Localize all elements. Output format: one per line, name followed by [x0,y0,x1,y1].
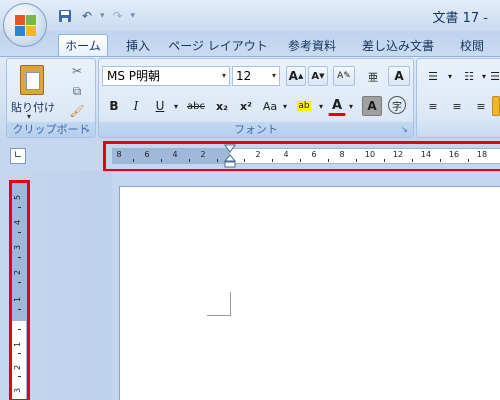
align-right-icon[interactable]: ≡ [470,96,492,116]
character-shading-button[interactable]: A [362,96,382,116]
cut-icon[interactable]: ✂ [69,63,85,79]
clear-formatting-button[interactable]: A✎ [333,66,355,86]
redo-icon[interactable]: ↷ [109,7,127,25]
font-color-dropdown-icon[interactable]: ▾ [347,96,355,116]
subscript-button[interactable]: x₂ [212,96,232,116]
enclose-characters-button[interactable]: 字 [388,96,406,114]
tab-stop-selector[interactable]: ∟ [10,148,26,164]
save-icon[interactable] [56,7,74,25]
clear-formatting-icon: A✎ [337,71,351,81]
underline-dropdown-icon[interactable]: ▾ [172,96,180,116]
font-size-value: 12 [236,69,252,83]
paste-button[interactable]: 貼り付け ▾ [11,61,55,121]
paste-icon [20,65,44,95]
phonetic-guide-button[interactable]: 亜 [362,66,384,86]
horizontal-ruler-highlight [103,141,500,172]
strikethrough-button[interactable]: abc [184,96,208,116]
tab-home[interactable]: ホーム [58,34,108,56]
phonetic-guide-icon: 亜 [368,72,378,84]
underline-button[interactable]: U [150,96,170,116]
tab-review[interactable]: 校閲 [450,34,494,56]
clipboard-group-label: クリップボード [7,122,95,137]
font-dialog-launcher-icon[interactable]: ↘ [401,125,411,135]
format-painter-icon[interactable]: 🖌 [69,103,85,119]
bold-button[interactable]: B [104,96,124,116]
page-margin-corner-mark [207,292,231,316]
clipboard-dialog-launcher-icon[interactable]: ↘ [83,125,93,135]
font-size-dropdown-icon[interactable]: ▾ [272,67,276,85]
customize-qat-icon[interactable]: ▾ [131,11,136,21]
highlight-dropdown-icon[interactable]: ▾ [317,96,325,116]
ribbon-tabs: ホーム 挿入 ページ レイアウト 参考資料 差し込み文書 校閲 [0,31,500,56]
multilevel-list-icon[interactable]: ☰ [490,66,500,86]
change-case-button[interactable]: Aa [260,96,280,116]
character-border-icon: A [394,69,404,83]
italic-button[interactable]: I [126,96,146,116]
change-case-dropdown-icon[interactable]: ▾ [281,96,289,116]
font-name-combobox[interactable]: MS P明朝 ▾ [102,66,230,86]
office-logo-icon [15,15,37,37]
align-left-icon[interactable]: ≡ [422,96,444,116]
font-name-value: MS P明朝 [107,69,161,83]
paste-dropdown-icon[interactable]: ▾ [27,112,31,121]
highlight-button[interactable]: ab [292,96,316,116]
document-page[interactable] [119,186,500,400]
font-size-combobox[interactable]: 12 ▾ [232,66,280,86]
superscript-button[interactable]: x² [236,96,256,116]
justify-icon[interactable] [492,96,500,116]
font-color-button[interactable]: A [328,96,346,116]
tab-page-layout[interactable]: ページ レイアウト [168,34,268,56]
office-button[interactable] [3,3,47,47]
undo-dropdown-icon[interactable]: ▾ [100,11,105,21]
numbering-icon[interactable]: ☷ [458,66,480,86]
align-center-icon[interactable]: ≡ [446,96,468,116]
bullets-icon[interactable]: ☰ [422,66,444,86]
undo-icon[interactable]: ↶ [78,7,96,25]
numbering-dropdown-icon[interactable]: ▾ [480,66,488,86]
clipboard-group: 貼り付け ▾ ✂ ⧉ 🖌 クリップボード ↘ [6,58,96,138]
tab-references[interactable]: 参考資料 [278,34,346,56]
grow-font-icon: A [288,69,298,83]
shrink-font-button[interactable]: A ▼ [308,66,328,86]
quick-access-toolbar: ↶ ▾ ↷ ▾ [56,6,135,26]
font-group-label: フォント [99,122,413,137]
highlight-icon: ab [297,101,311,111]
character-border-button[interactable]: A [388,66,410,86]
bullets-dropdown-icon[interactable]: ▾ [446,66,454,86]
font-color-icon: A [331,97,343,113]
vertical-ruler-highlight [9,180,30,400]
tab-insert[interactable]: 挿入 [118,34,158,56]
window-title: 文書 17 - [432,11,489,26]
tab-mailings[interactable]: 差し込み文書 [358,34,438,56]
copy-icon[interactable]: ⧉ [69,83,85,99]
font-name-dropdown-icon[interactable]: ▾ [222,67,226,85]
shrink-font-icon: A [311,70,320,82]
title-bar: ↶ ▾ ↷ ▾ 文書 17 - [0,0,500,31]
paste-label: 貼り付け [11,101,55,114]
grow-font-button[interactable]: A ▲ [286,66,306,86]
